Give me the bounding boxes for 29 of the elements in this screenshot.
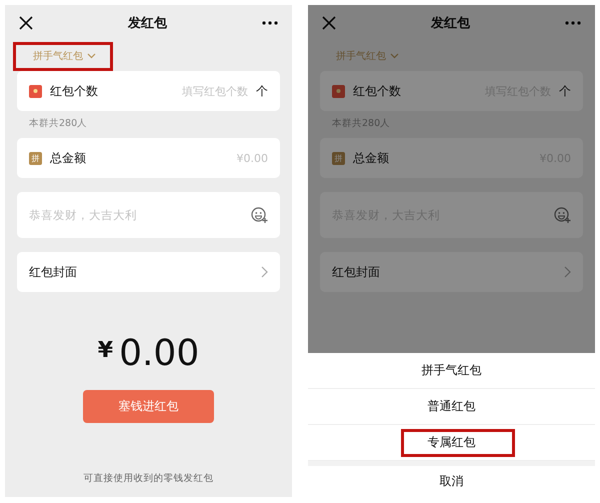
chevron-right-icon [261, 266, 268, 278]
count-input[interactable]: 填写红包个数 [106, 84, 248, 98]
emoji-add-icon[interactable] [554, 206, 571, 224]
cover-row[interactable]: 红包封面 [320, 252, 583, 292]
group-member-note: 本群共280人 [28, 117, 88, 131]
chevron-down-icon [390, 53, 399, 59]
group-member-note: 本群共280人 [331, 117, 392, 131]
close-icon[interactable] [19, 16, 33, 30]
emoji-add-icon[interactable] [251, 206, 268, 224]
total-amount: $^{¥}$ 0.00 [96, 334, 200, 374]
envelope-icon [332, 84, 345, 98]
page-title: 发红包 [431, 15, 470, 32]
unit-label: 个 [559, 82, 571, 100]
field-label: 总金额 [50, 150, 86, 166]
chevron-right-icon [564, 266, 571, 278]
field-label: 总金额 [353, 150, 389, 166]
lucky-badge: 拼 [29, 152, 42, 164]
cover-row[interactable]: 红包封面 [17, 252, 280, 292]
unit-label: 个 [256, 82, 268, 100]
lucky-badge: 拼 [332, 152, 345, 164]
more-icon[interactable] [262, 21, 278, 25]
amount-input[interactable]: ¥0.00 [94, 152, 268, 164]
chevron-down-icon [87, 53, 96, 59]
field-label: 红包个数 [50, 82, 98, 100]
envelope-icon [29, 84, 42, 98]
field-label: 红包个数 [353, 82, 401, 100]
page-title: 发红包 [128, 15, 167, 32]
footer-note: 可直接使用收到的零钱发红包 [82, 472, 214, 485]
greeting-input[interactable]: 恭喜发财，大吉大利 [29, 208, 243, 222]
